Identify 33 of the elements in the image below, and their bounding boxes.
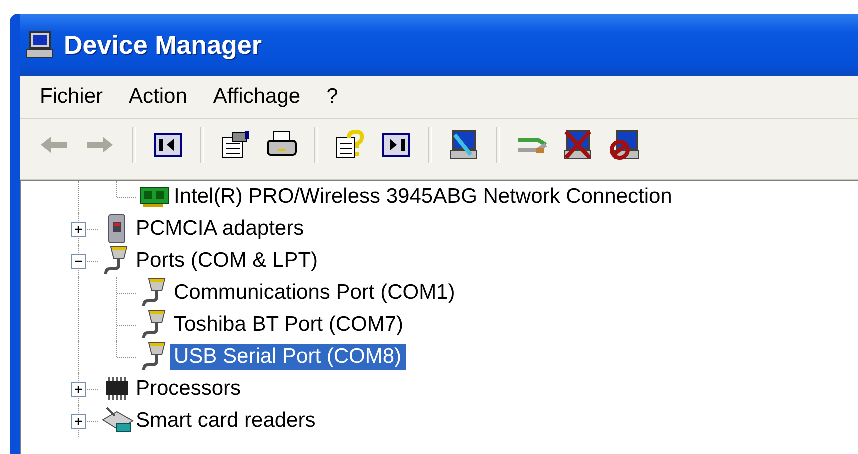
menu-item[interactable]: Affichage bbox=[203, 85, 317, 109]
plus-icon bbox=[72, 415, 85, 428]
tree-item-label[interactable]: USB Serial Port (COM8) bbox=[170, 344, 406, 370]
computer-wand-icon bbox=[449, 129, 479, 161]
forward-arrow-icon bbox=[85, 135, 115, 155]
tree-item-label[interactable]: PCMCIA adapters bbox=[132, 216, 308, 242]
computer-blocked-icon bbox=[609, 129, 639, 161]
computer-x-icon bbox=[563, 129, 593, 161]
expand-button[interactable] bbox=[71, 222, 86, 237]
menu-item[interactable]: Action bbox=[119, 85, 204, 109]
help-icon bbox=[335, 130, 365, 160]
card-slot-icon bbox=[107, 214, 127, 244]
window-title: Device Manager bbox=[64, 30, 262, 60]
menu-item[interactable]: Fichier bbox=[30, 85, 120, 109]
plus-icon bbox=[72, 223, 85, 236]
back-arrow-icon bbox=[39, 135, 69, 155]
menu-item[interactable]: ? bbox=[316, 85, 354, 109]
printer-icon bbox=[266, 131, 298, 159]
tree-item-label[interactable]: Processors bbox=[132, 376, 246, 402]
collapse-button[interactable] bbox=[71, 254, 86, 269]
network-card-icon bbox=[140, 186, 170, 208]
computer-icon bbox=[26, 30, 56, 60]
plus-icon bbox=[72, 383, 85, 396]
expand-button[interactable] bbox=[71, 414, 86, 429]
properties-icon bbox=[221, 130, 251, 160]
expand-button[interactable] bbox=[71, 382, 86, 397]
panel-icon bbox=[382, 133, 410, 157]
tree-item-label[interactable]: Smart card readers bbox=[132, 408, 320, 434]
tree-item-label[interactable]: Communications Port (COM1) bbox=[170, 280, 460, 306]
panel-icon bbox=[154, 133, 182, 157]
tree-item-label[interactable]: Toshiba BT Port (COM7) bbox=[170, 312, 408, 338]
tree-item-label[interactable]: Intel(R) PRO/Wireless 3945ABG Network Connection bbox=[170, 184, 676, 210]
tree-item-label[interactable]: Ports (COM & LPT) bbox=[132, 248, 322, 274]
